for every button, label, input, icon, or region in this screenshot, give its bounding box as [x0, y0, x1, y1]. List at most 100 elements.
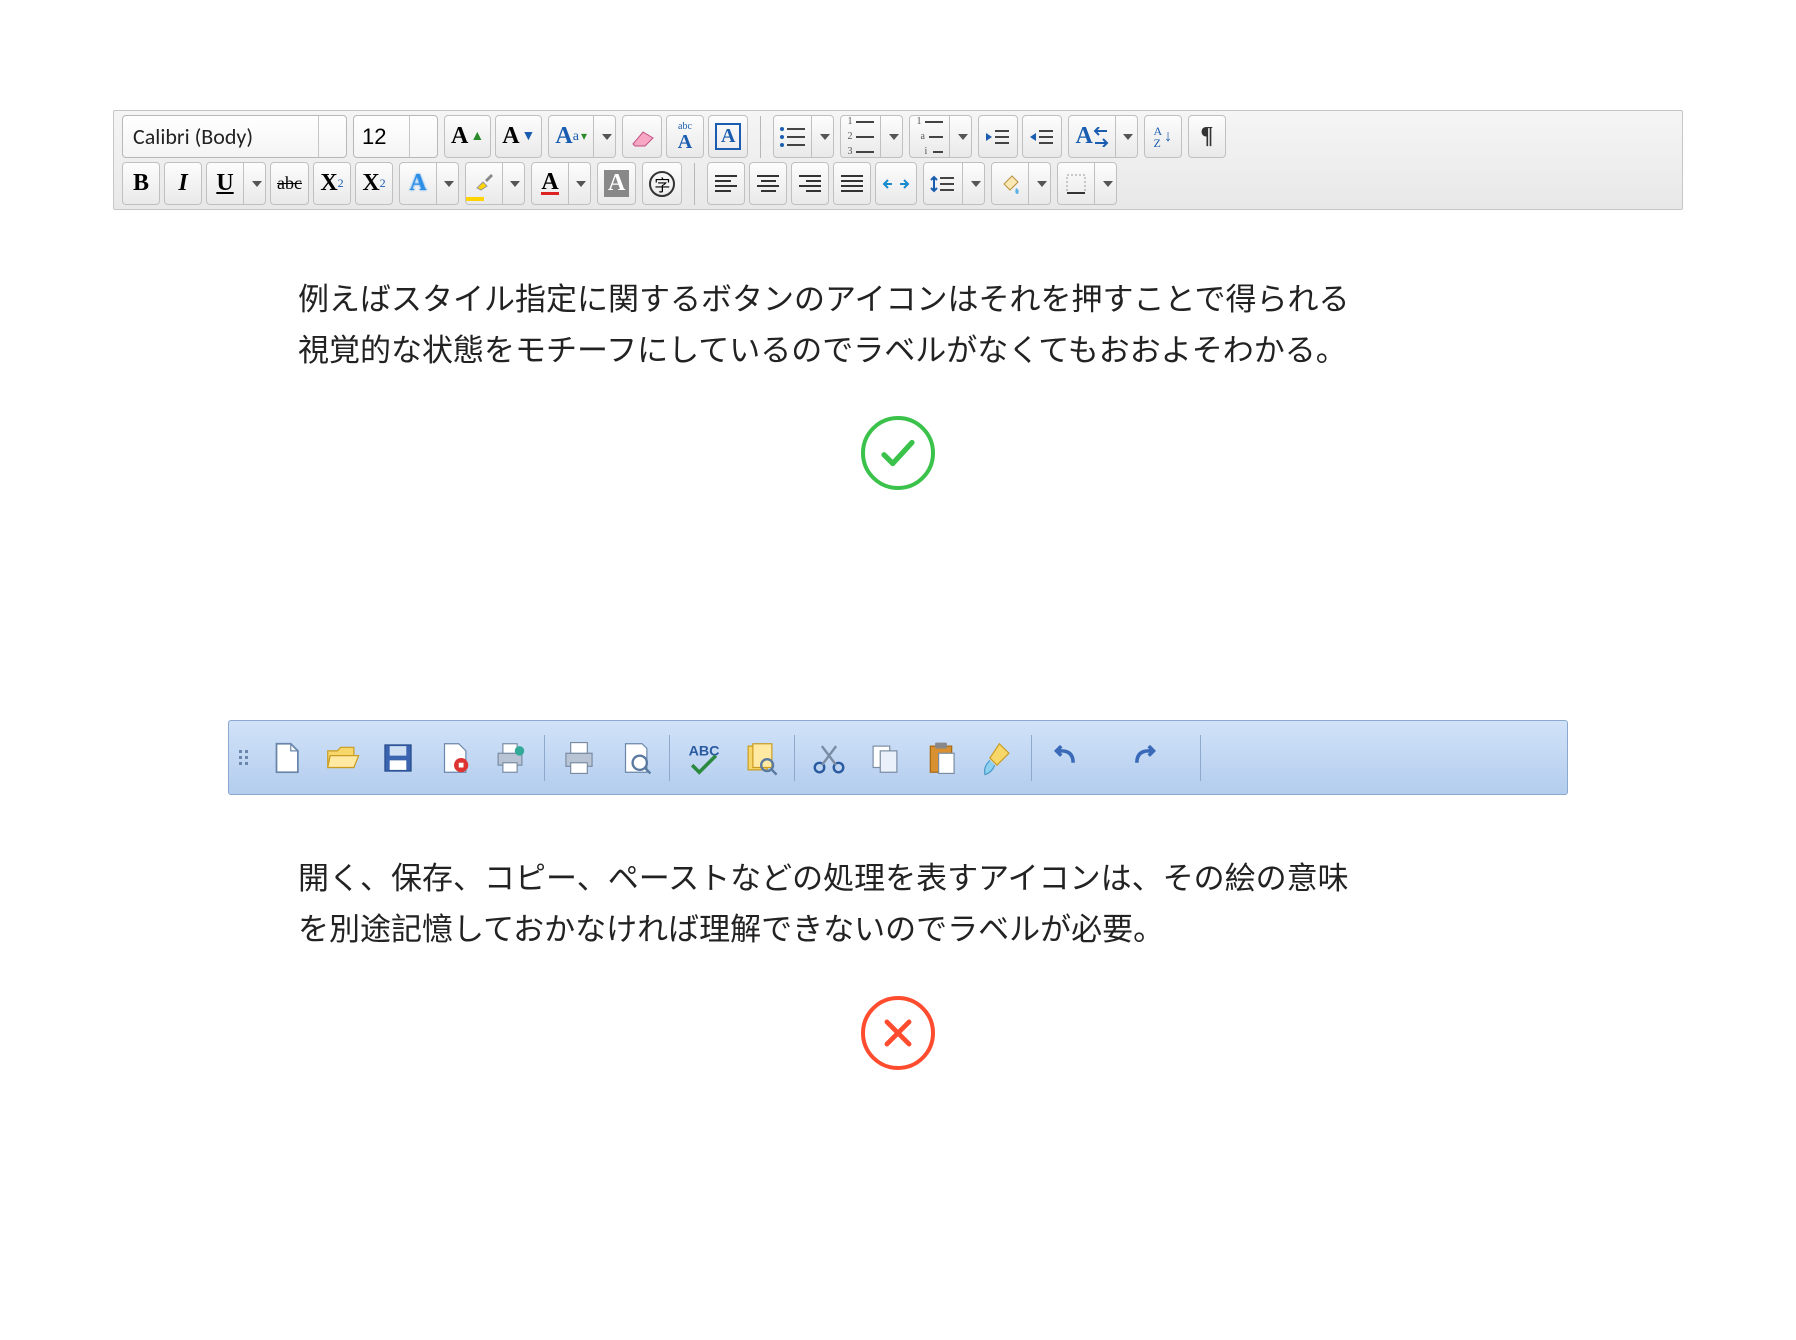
multilevel-list-button[interactable]: 1 a i — [909, 115, 950, 158]
align-right-button[interactable] — [791, 162, 829, 205]
subscript-button[interactable]: X2 — [313, 162, 351, 205]
font-size-dropdown[interactable] — [409, 116, 437, 157]
redo-button[interactable] — [1118, 732, 1170, 784]
printer-icon — [560, 739, 598, 777]
character-border-button[interactable]: A — [708, 115, 748, 158]
increase-indent-button[interactable] — [1022, 115, 1062, 158]
save-button[interactable] — [372, 732, 424, 784]
print-preview-icon — [616, 739, 654, 777]
clipboard-icon — [922, 739, 960, 777]
change-case-button[interactable]: Aa▾ — [548, 115, 594, 158]
formatting-toolbar: Calibri (Body) 12 A▲ A▼ Aa▾ — [113, 110, 1683, 210]
highlight-dropdown[interactable] — [503, 162, 525, 205]
floppy-disk-icon — [379, 739, 417, 777]
paintbrush-icon — [978, 739, 1016, 777]
font-color-dropdown[interactable] — [569, 162, 591, 205]
shrink-font-button[interactable]: A▼ — [495, 115, 542, 158]
checkmark-icon — [877, 432, 919, 474]
clear-formatting-button[interactable] — [622, 115, 662, 158]
grow-font-button[interactable]: A▲ — [444, 115, 491, 158]
open-button[interactable] — [316, 732, 368, 784]
text-direction-button[interactable]: A — [1068, 115, 1115, 158]
character-shading-button[interactable]: A — [597, 162, 636, 205]
text-direction-dropdown[interactable] — [1116, 115, 1138, 158]
underline-dropdown[interactable] — [244, 162, 266, 205]
line-spacing-button[interactable] — [923, 162, 963, 205]
borders-button[interactable] — [1057, 162, 1095, 205]
print-preview-button[interactable] — [609, 732, 661, 784]
redo-icon — [1125, 739, 1163, 777]
change-case-dropdown[interactable] — [594, 115, 616, 158]
line-spacing-dropdown[interactable] — [963, 162, 985, 205]
distributed-button[interactable] — [875, 162, 917, 205]
quick-print-button[interactable] — [484, 732, 536, 784]
toolbar-separator — [1031, 735, 1032, 781]
para2-line2: を別途記憶しておかなければ理解できないのでラベルが必要。 — [298, 904, 1498, 955]
toolbar-row-1: Calibri (Body) 12 A▲ A▼ Aa▾ — [122, 115, 1674, 158]
shading-dropdown[interactable] — [1029, 162, 1051, 205]
para1-line1: 例えばスタイル指定に関するボタンのアイコンはそれを押すことで得られる — [298, 274, 1498, 325]
number-list-button[interactable]: 1 2 3 — [840, 115, 881, 158]
align-justify-icon — [841, 175, 863, 192]
shading-button[interactable] — [991, 162, 1029, 205]
bullet-list-icon — [780, 127, 805, 147]
number-list-icon: 1 2 3 — [847, 116, 874, 157]
strikethrough-button[interactable]: abc — [270, 162, 309, 205]
font-family-value: Calibri (Body) — [123, 123, 318, 150]
decrease-indent-button[interactable] — [978, 115, 1018, 158]
align-justify-button[interactable] — [833, 162, 871, 205]
align-left-button[interactable] — [707, 162, 745, 205]
bullet-list-dropdown[interactable] — [812, 115, 834, 158]
number-list-dropdown[interactable] — [881, 115, 903, 158]
align-right-icon — [799, 175, 821, 192]
toolbar-separator — [544, 735, 545, 781]
copy-icon — [866, 739, 904, 777]
enclose-characters-button[interactable]: 字 — [642, 162, 682, 205]
save-as-button[interactable] — [428, 732, 480, 784]
new-document-button[interactable] — [260, 732, 312, 784]
italic-button[interactable]: I — [164, 162, 202, 205]
status-bad-icon — [861, 996, 935, 1070]
font-family-dropdown[interactable] — [318, 116, 346, 157]
borders-icon — [1065, 173, 1087, 195]
text-effects-dropdown[interactable] — [437, 162, 459, 205]
undo-icon — [1047, 739, 1085, 777]
bold-button[interactable]: B — [122, 162, 160, 205]
superscript-button[interactable]: X2 — [355, 162, 393, 205]
format-painter-button[interactable] — [971, 732, 1023, 784]
para2-line1: 開く、保存、コピー、ペーストなどの処理を表すアイコンは、その絵の意味 — [298, 853, 1498, 904]
align-left-icon — [715, 175, 737, 192]
explanation-paragraph-2: 開く、保存、コピー、ペーストなどの処理を表すアイコンは、その絵の意味 を別途記憶… — [298, 853, 1498, 955]
font-family-select[interactable]: Calibri (Body) — [122, 115, 347, 158]
align-center-icon — [757, 175, 779, 192]
sort-button[interactable]: AZ ↓ — [1144, 115, 1182, 158]
toolbar-grip-icon — [239, 750, 248, 765]
new-document-icon — [267, 739, 305, 777]
font-color-button[interactable]: A — [531, 162, 569, 205]
eraser-icon — [629, 126, 655, 148]
multilevel-list-dropdown[interactable] — [950, 115, 972, 158]
borders-dropdown[interactable] — [1095, 162, 1117, 205]
toolbar-separator — [1200, 735, 1201, 781]
print-button[interactable] — [553, 732, 605, 784]
bullet-list-button[interactable] — [773, 115, 812, 158]
cut-button[interactable] — [803, 732, 855, 784]
paste-button[interactable] — [915, 732, 967, 784]
explanation-paragraph-1: 例えばスタイル指定に関するボタンのアイコンはそれを押すことで得られる 視覚的な状… — [298, 274, 1498, 376]
highlight-button[interactable] — [465, 162, 503, 205]
show-marks-button[interactable]: ¶ — [1188, 115, 1226, 158]
phonetic-guide-button[interactable]: abc A — [666, 115, 704, 158]
indent-icon — [1029, 127, 1055, 147]
copy-button[interactable] — [859, 732, 911, 784]
font-size-select[interactable]: 12 — [353, 115, 438, 158]
spellcheck-button[interactable]: ABC — [678, 732, 730, 784]
toolbar-separator — [794, 735, 795, 781]
highlight-icon — [473, 170, 495, 197]
underline-button[interactable]: U — [206, 162, 244, 205]
text-direction-icon — [1093, 127, 1109, 147]
undo-button[interactable] — [1040, 732, 1092, 784]
multilevel-list-icon: 1 a i — [916, 116, 943, 157]
align-center-button[interactable] — [749, 162, 787, 205]
text-effects-button[interactable]: A — [399, 162, 437, 205]
research-button[interactable] — [734, 732, 786, 784]
